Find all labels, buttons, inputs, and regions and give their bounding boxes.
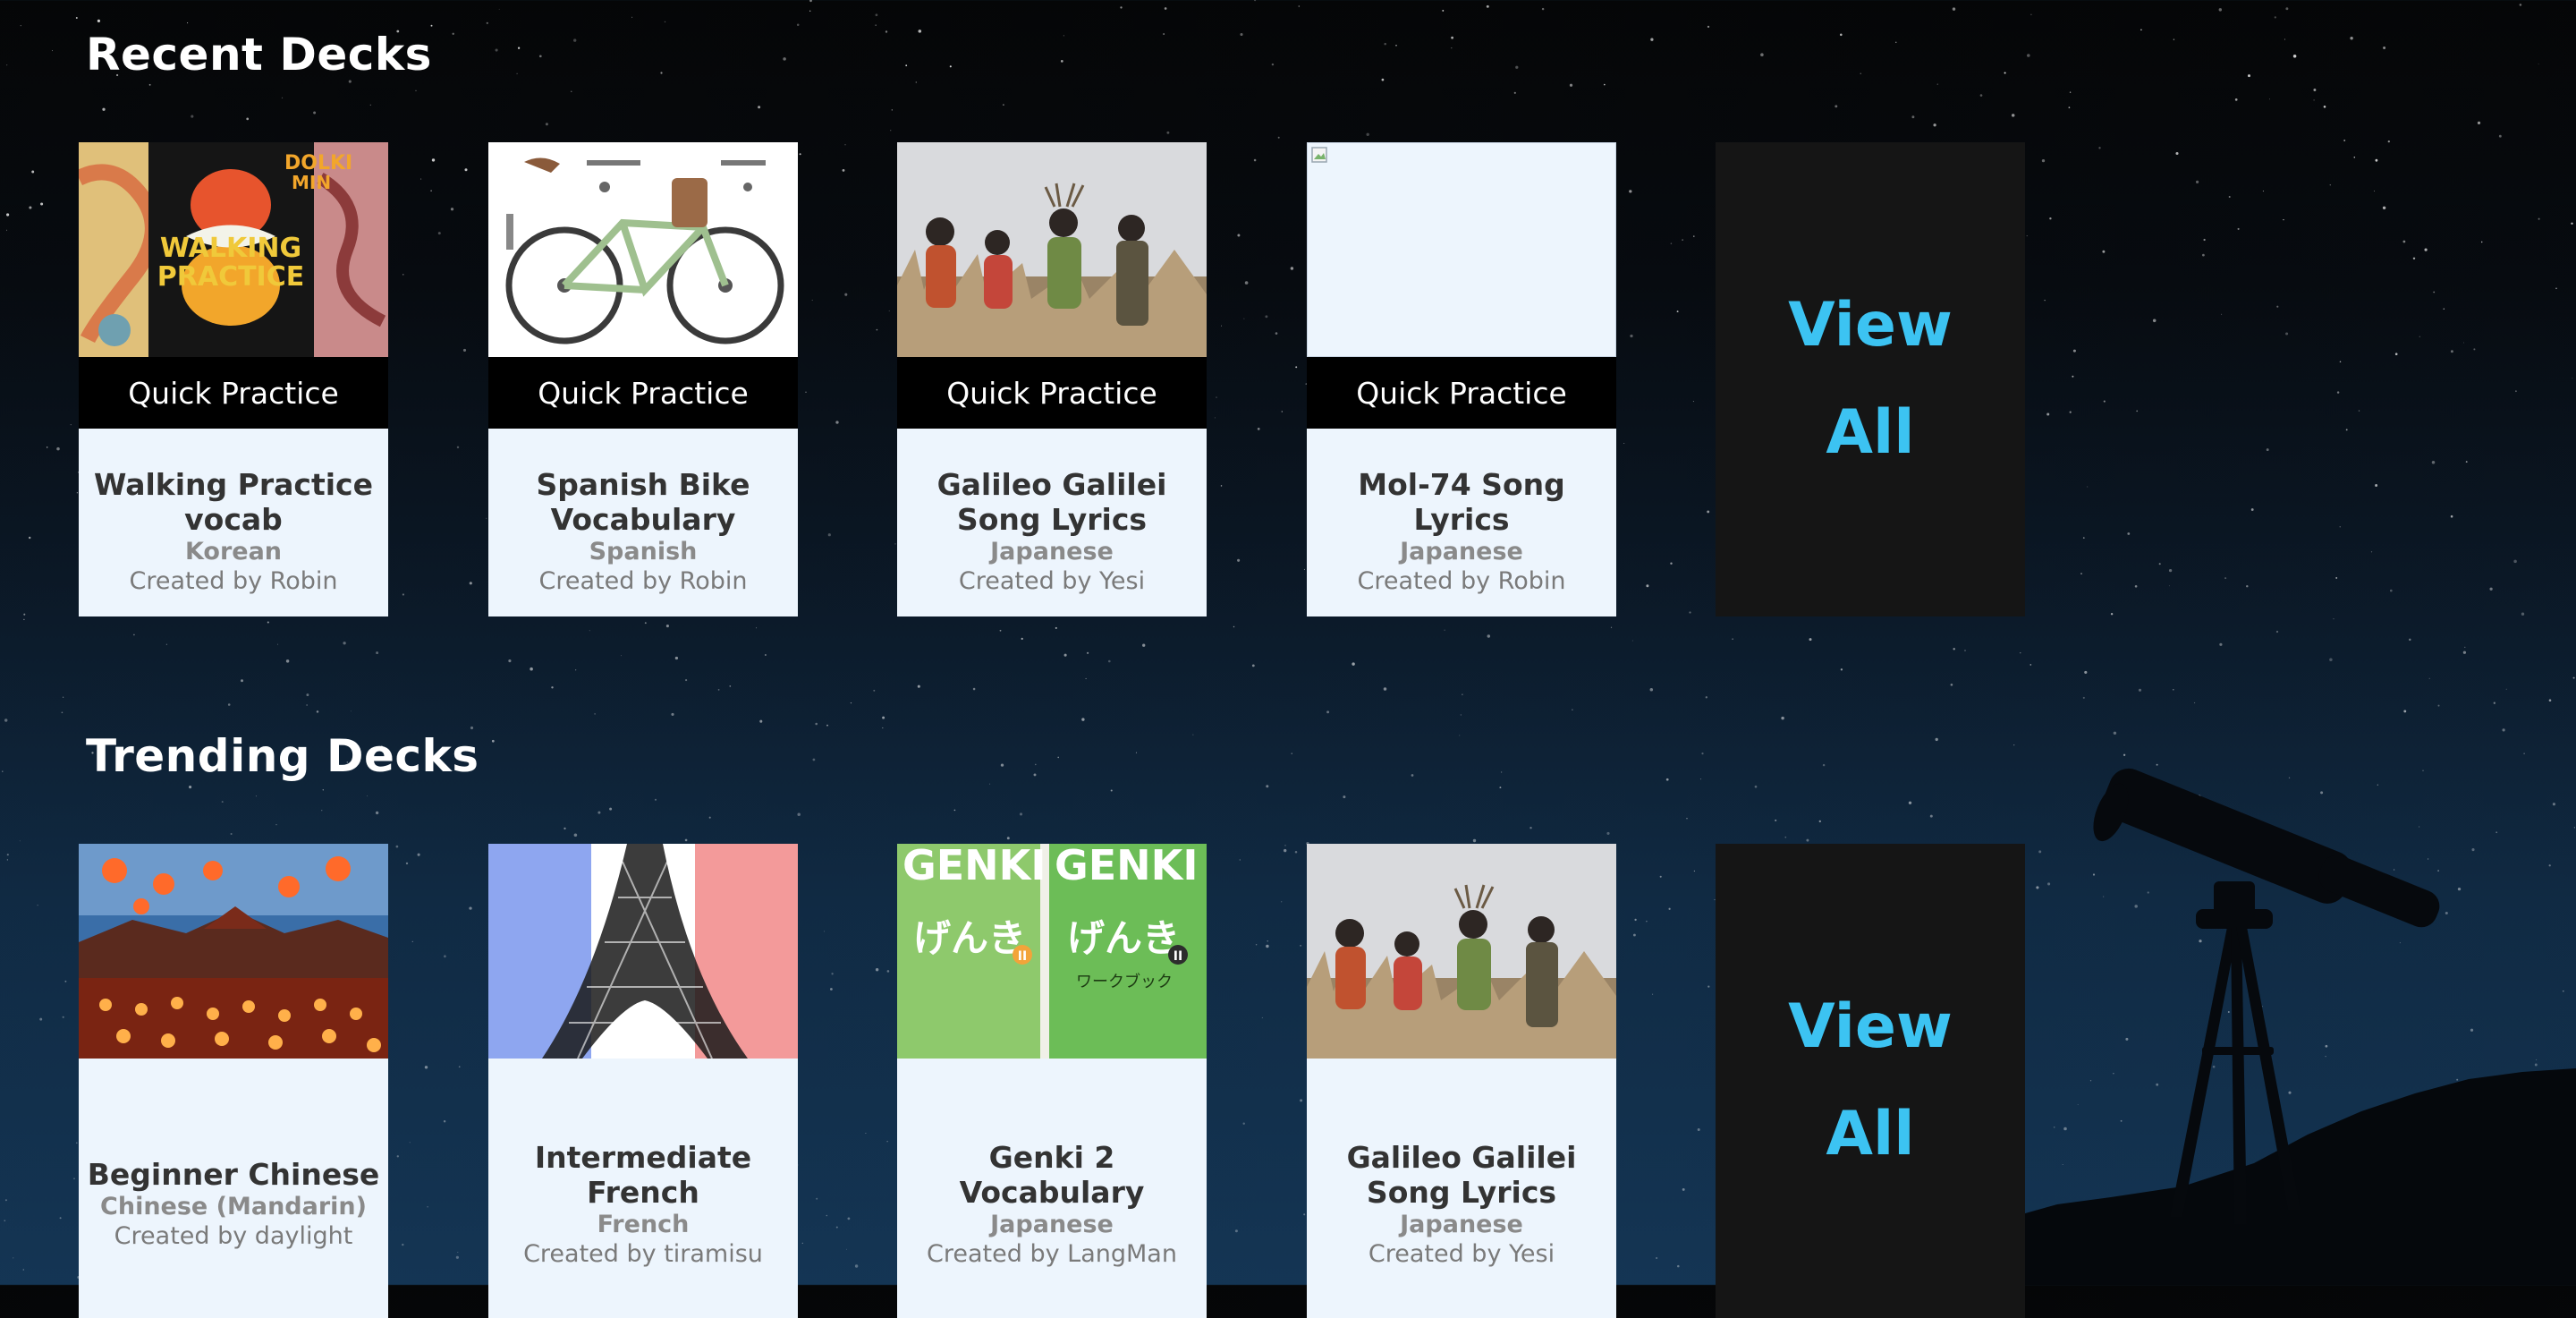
deck-language: Chinese (Mandarin) <box>100 1193 367 1220</box>
deck-card-mol-74[interactable]: Quick Practice Mol-74 Song Lyrics Japane… <box>1307 142 1616 616</box>
view-all-line-1: View <box>1788 991 1953 1062</box>
deck-language: Spanish <box>589 537 698 565</box>
deck-card-galileo-galilei[interactable]: Quick Practice Galileo Galilei Song Lyri… <box>897 142 1207 616</box>
deck-language: Japanese <box>1400 1210 1523 1238</box>
deck-language: Japanese <box>990 1210 1114 1238</box>
quick-practice-button[interactable]: Quick Practice <box>1307 357 1616 429</box>
deck-info: Galileo Galilei Song Lyrics Japanese Cre… <box>1307 1059 1616 1318</box>
deck-creator: Created by Robin <box>1357 566 1566 595</box>
quick-practice-button[interactable]: Quick Practice <box>488 357 798 429</box>
svg-text:WALKING: WALKING <box>160 233 301 264</box>
broken-image <box>1307 142 1616 357</box>
recent-decks-heading: Recent Decks <box>86 29 432 81</box>
view-all-line-1: View <box>1788 290 1953 361</box>
deck-card-intermediate-french[interactable]: Intermediate French French Created by ti… <box>488 844 798 1318</box>
deck-card-galileo-galilei[interactable]: Galileo Galilei Song Lyrics Japanese Cre… <box>1307 844 1616 1318</box>
deck-title: Spanish Bike Vocabulary <box>536 466 750 537</box>
svg-text:げんき: げんき <box>1067 916 1180 960</box>
deck-title: Mol-74 Song Lyrics <box>1358 466 1565 537</box>
lanterns-image <box>79 844 388 1059</box>
genki-books-image: GENKI GENKI げんき げんき ワークブック II II <box>897 844 1207 1059</box>
view-all-recent-button[interactable]: View All <box>1716 142 2025 616</box>
deck-info: Intermediate French French Created by ti… <box>488 1059 798 1318</box>
deck-info: Walking Practice vocab Korean Created by… <box>79 429 388 616</box>
svg-text:GENKI: GENKI <box>1055 844 1198 889</box>
deck-card-beginner-chinese[interactable]: Beginner Chinese Chinese (Mandarin) Crea… <box>79 844 388 1318</box>
deck-creator: Created by Robin <box>538 566 748 595</box>
trending-decks-heading: Trending Decks <box>86 730 479 782</box>
deck-creator: Created by Robin <box>129 566 338 595</box>
svg-text:MIN: MIN <box>292 172 331 193</box>
eiffel-tower-image <box>488 844 798 1059</box>
deck-card-genki-2[interactable]: GENKI GENKI げんき げんき ワークブック II II Genki 2… <box>897 844 1207 1318</box>
svg-text:ワークブック: ワークブック <box>1076 972 1173 991</box>
band-photo-image <box>1307 844 1616 1059</box>
deck-title: Intermediate French <box>534 1139 752 1210</box>
deck-language: French <box>597 1210 690 1238</box>
quick-practice-button[interactable]: Quick Practice <box>897 357 1207 429</box>
deck-title: Galileo Galilei Song Lyrics <box>1346 1139 1577 1210</box>
deck-card-spanish-bike[interactable]: Quick Practice Spanish Bike Vocabulary S… <box>488 142 798 616</box>
svg-text:GENKI: GENKI <box>902 844 1046 889</box>
svg-text:II: II <box>1018 949 1027 964</box>
deck-title: Walking Practice vocab <box>94 466 373 537</box>
deck-info: Beginner Chinese Chinese (Mandarin) Crea… <box>79 1059 388 1318</box>
deck-title: Galileo Galilei Song Lyrics <box>936 466 1167 537</box>
bicycle-parts-image <box>488 142 798 357</box>
deck-info: Genki 2 Vocabulary Japanese Created by L… <box>897 1059 1207 1318</box>
deck-card-walking-practice[interactable]: WALKING PRACTICE DOLKI MIN Quick Practic… <box>79 142 388 616</box>
deck-creator: Created by Yesi <box>958 566 1146 595</box>
svg-text:PRACTICE: PRACTICE <box>157 261 304 293</box>
deck-language: Japanese <box>1400 537 1523 565</box>
svg-text:II: II <box>1174 949 1182 964</box>
quick-practice-button[interactable]: Quick Practice <box>79 357 388 429</box>
view-all-trending-button[interactable]: View All <box>1716 844 2025 1318</box>
book-cover-image: WALKING PRACTICE DOLKI MIN <box>79 142 388 357</box>
deck-info: Galileo Galilei Song Lyrics Japanese Cre… <box>897 429 1207 616</box>
deck-language: Korean <box>184 537 283 565</box>
deck-creator: Created by LangMan <box>927 1239 1177 1268</box>
deck-creator: Created by Yesi <box>1368 1239 1555 1268</box>
view-all-line-2: All <box>1826 397 1915 468</box>
band-photo-image <box>897 142 1207 357</box>
deck-title: Beginner Chinese <box>87 1157 380 1192</box>
deck-language: Japanese <box>990 537 1114 565</box>
deck-creator: Created by tiramisu <box>523 1239 763 1268</box>
deck-info: Spanish Bike Vocabulary Spanish Created … <box>488 429 798 616</box>
svg-text:げんき: げんき <box>913 916 1026 960</box>
deck-creator: Created by daylight <box>114 1222 353 1250</box>
view-all-line-2: All <box>1826 1099 1915 1169</box>
deck-info: Mol-74 Song Lyrics Japanese Created by R… <box>1307 429 1616 616</box>
deck-title: Genki 2 Vocabulary <box>959 1139 1145 1210</box>
